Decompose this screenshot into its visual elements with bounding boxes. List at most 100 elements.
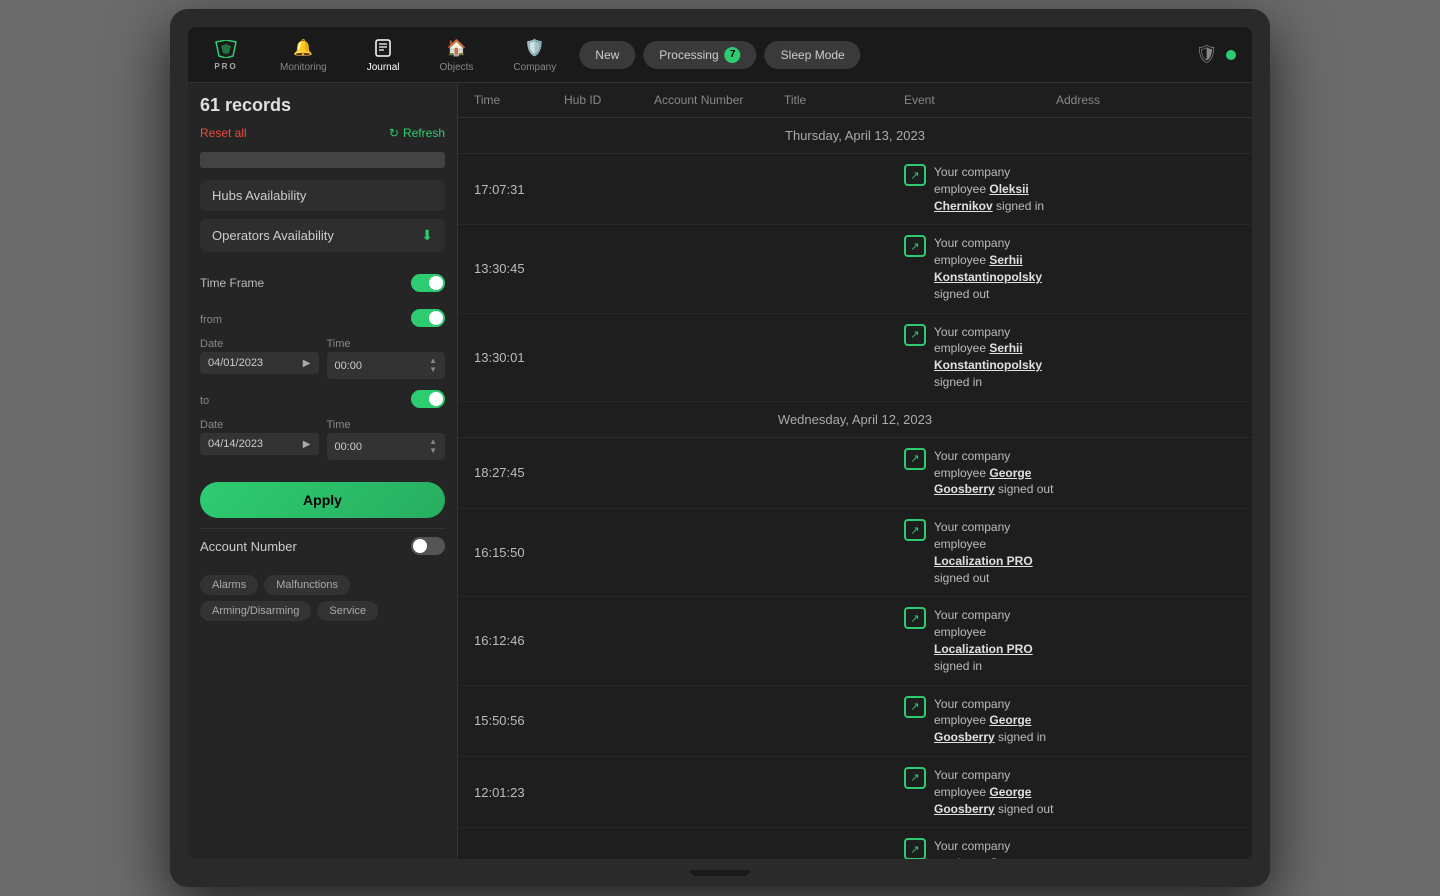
hubs-availability-section[interactable]: Hubs Availability (200, 180, 445, 211)
account-number-label: Account Number (200, 539, 297, 554)
from-time-value: 00:00 (335, 360, 363, 372)
to-time-col: Time 00:00 ▲ ▼ (327, 419, 446, 460)
from-date-col: Date 04/01/2023 ▶ (200, 338, 319, 379)
event-icon: ↗ (904, 607, 926, 629)
row-time: 13:30:45 (474, 261, 564, 276)
from-toggle[interactable] (411, 309, 445, 327)
event-text: Your company employee George Goosberry s… (934, 448, 1056, 498)
nav-company[interactable]: 🛡️ Company (505, 33, 564, 77)
filter-tag-arming[interactable]: Arming/Disarming (200, 601, 311, 621)
filter-tag-alarms[interactable]: Alarms (200, 575, 258, 595)
table-row: 13:30:45 ↗ Your company employee Serhii … (458, 225, 1252, 313)
sleep-mode-button[interactable]: Sleep Mode (765, 41, 861, 69)
records-count: 61 records (200, 95, 445, 116)
from-time-label: Time (327, 338, 446, 350)
operators-availability-label: Operators Availability (212, 228, 334, 243)
to-time-spinners: ▲ ▼ (429, 438, 437, 455)
event-text: Your company employee George Goosberry s… (934, 767, 1056, 817)
time-frame-section: Time Frame from Date 04 (200, 268, 445, 460)
refresh-label: Refresh (403, 126, 445, 140)
row-event: ↗ Your company employee Localization PRO… (904, 519, 1056, 586)
row-event: ↗ Your company employee Serhii Konstanti… (904, 324, 1056, 391)
row-event: ↗ Your company employee George Goosberry… (904, 838, 1056, 859)
to-date-input[interactable]: 04/14/2023 ▶ (200, 433, 319, 455)
hubs-availability-label: Hubs Availability (212, 188, 306, 203)
to-toggle[interactable] (411, 390, 445, 408)
row-event: ↗ Your company employee George Goosberry… (904, 696, 1056, 746)
download-icon: ⬇ (421, 227, 433, 244)
th-title: Title (784, 93, 904, 107)
table-row: 11:48:04 ↗ Your company employee George … (458, 828, 1252, 859)
event-text: Your company employee Serhii Konstantino… (934, 324, 1056, 391)
new-button[interactable]: New (579, 41, 635, 69)
sidebar-controls: Reset all ↻ Refresh (200, 126, 445, 140)
event-text: Your company employee Serhii Konstantino… (934, 235, 1056, 302)
nav-center-buttons: New Processing 7 Sleep Mode (579, 41, 860, 69)
to-date-time-row: Date 04/14/2023 ▶ Time 00:00 (200, 419, 445, 460)
to-date-arrow: ▶ (303, 439, 311, 450)
row-event: ↗ Your company employee George Goosberry… (904, 767, 1056, 817)
table-row: 12:01:23 ↗ Your company employee George … (458, 757, 1252, 828)
th-event: Event (904, 93, 1056, 107)
row-time: 17:07:31 (474, 182, 564, 197)
refresh-button[interactable]: ↻ Refresh (389, 126, 445, 140)
from-date-input[interactable]: 04/01/2023 ▶ (200, 352, 319, 374)
event-text: Your company employee George Goosberry s… (934, 696, 1056, 746)
nav-right: 🛡 (1195, 44, 1236, 65)
event-text: Your company employee George Goosberry s… (934, 838, 1056, 859)
to-time-down[interactable]: ▼ (429, 447, 437, 455)
table-row: 17:07:31 ↗ Your company employee Oleksii… (458, 154, 1252, 225)
processing-button[interactable]: Processing 7 (643, 41, 756, 69)
journal-icon (372, 37, 394, 59)
filter-tags: Alarms Malfunctions Arming/Disarming Ser… (200, 575, 445, 621)
shield-icon: 🛡 (1195, 44, 1218, 65)
company-icon: 🛡️ (524, 37, 546, 59)
from-time-down[interactable]: ▼ (429, 366, 437, 374)
to-time-input[interactable]: 00:00 ▲ ▼ (327, 433, 446, 460)
nav-objects-label: Objects (440, 62, 474, 73)
to-date-label: Date (200, 419, 319, 431)
event-icon: ↗ (904, 838, 926, 859)
search-bar-blurred (200, 152, 445, 168)
table-row: 13:30:01 ↗ Your company employee Serhii … (458, 314, 1252, 402)
date-separator-wed: Wednesday, April 12, 2023 (458, 402, 1252, 438)
logo-icon (212, 39, 240, 59)
from-time-up[interactable]: ▲ (429, 357, 437, 365)
nav-monitoring[interactable]: 🔔 Monitoring (272, 33, 335, 77)
event-icon: ↗ (904, 519, 926, 541)
to-time-up[interactable]: ▲ (429, 438, 437, 446)
time-frame-toggle[interactable] (411, 274, 445, 292)
row-time: 16:12:46 (474, 633, 564, 648)
operators-availability-section[interactable]: Operators Availability ⬇ (200, 219, 445, 252)
logo-text: PRO (214, 62, 237, 71)
th-time: Time (474, 93, 564, 107)
account-number-row: Account Number (200, 528, 445, 563)
th-address: Address (1056, 93, 1236, 107)
filter-tag-service[interactable]: Service (317, 601, 378, 621)
from-date-arrow: ▶ (303, 358, 311, 369)
date-separator-thu: Thursday, April 13, 2023 (458, 118, 1252, 154)
from-time-col: Time 00:00 ▲ ▼ (327, 338, 446, 379)
from-label: from (200, 314, 222, 326)
top-nav: PRO 🔔 Monitoring Journal 🏠 (188, 27, 1252, 83)
th-hubid: Hub ID (564, 93, 654, 107)
to-time-value: 00:00 (335, 441, 363, 453)
event-icon: ↗ (904, 767, 926, 789)
row-time: 16:15:50 (474, 545, 564, 560)
spacer (200, 260, 445, 268)
from-time-input[interactable]: 00:00 ▲ ▼ (327, 352, 446, 379)
nav-left: PRO 🔔 Monitoring Journal 🏠 (204, 33, 564, 77)
nav-journal[interactable]: Journal (359, 33, 408, 77)
apply-button[interactable]: Apply (200, 482, 445, 518)
filter-tag-malfunctions[interactable]: Malfunctions (264, 575, 350, 595)
account-number-toggle[interactable] (411, 537, 445, 555)
time-frame-label: Time Frame (200, 276, 264, 290)
logo[interactable]: PRO (204, 35, 248, 75)
status-dot (1226, 50, 1236, 60)
event-icon: ↗ (904, 696, 926, 718)
row-time: 18:27:45 (474, 465, 564, 480)
journal-content: Time Hub ID Account Number Title Event A… (458, 83, 1252, 859)
nav-objects[interactable]: 🏠 Objects (432, 33, 482, 77)
to-date-col: Date 04/14/2023 ▶ (200, 419, 319, 460)
reset-all-button[interactable]: Reset all (200, 126, 247, 140)
